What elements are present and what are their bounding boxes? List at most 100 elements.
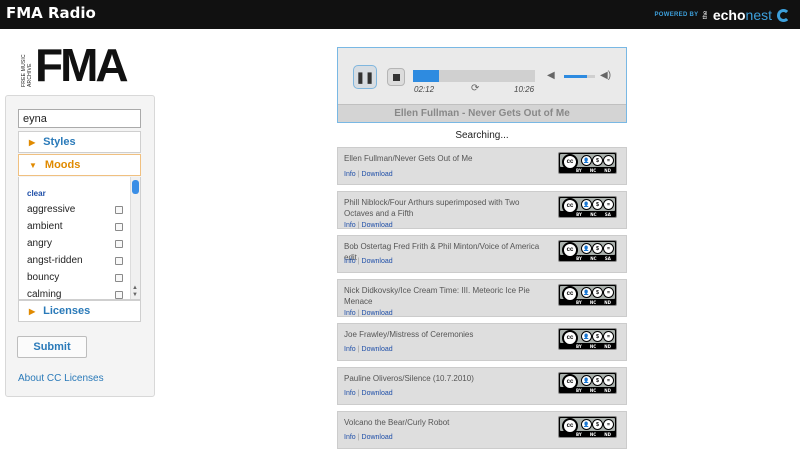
cc-license-badge[interactable]: cc 👤 $ = BY NC ND <box>558 416 617 438</box>
search-input[interactable] <box>18 109 141 128</box>
track-title: Pauline Oliveros/Silence (10.7.2010) <box>344 374 474 383</box>
license-term-icon: = <box>603 419 614 430</box>
track-download-link[interactable]: Download <box>362 222 393 229</box>
fma-logo[interactable]: FREE MUSIC ARCHIVE FMA <box>21 39 129 91</box>
track-info-link[interactable]: Info <box>344 222 356 229</box>
license-term-label: SA <box>604 255 611 261</box>
track-links: Info | Download <box>344 222 393 229</box>
license-term-icon: = <box>603 375 614 386</box>
track-row[interactable]: Bob Ostertag Fred Frith & Phil Minton/Vo… <box>337 235 627 273</box>
seek-bar[interactable] <box>413 70 535 82</box>
noncommercial-icon: $ <box>592 243 603 254</box>
track-download-link[interactable]: Download <box>362 434 393 441</box>
license-term-label: BY <box>576 343 582 349</box>
cc-license-badge[interactable]: cc 👤 $ = BY NC SA <box>558 196 617 218</box>
volume-max-icon[interactable]: ◀) <box>600 70 611 81</box>
mood-label: angry <box>27 238 53 249</box>
track-download-link[interactable]: Download <box>362 258 393 265</box>
moods-scrollbar[interactable]: ▲ ▼ <box>130 177 140 299</box>
moods-header[interactable]: ▼ Moods <box>18 154 141 176</box>
cc-icon: cc <box>562 330 578 346</box>
track-links: Info | Download <box>344 310 393 317</box>
stop-icon <box>392 73 400 81</box>
mute-icon[interactable]: ◀ <box>547 70 555 81</box>
license-term-label: NC <box>590 255 597 261</box>
powered-by-text: POWERED BY <box>654 12 699 18</box>
track-info-link[interactable]: Info <box>344 346 356 353</box>
scroll-up-icon[interactable]: ▲ <box>132 285 138 291</box>
echo-text: echo <box>712 7 746 23</box>
logo-vertical-text: FREE MUSIC ARCHIVE <box>21 54 33 87</box>
mood-item[interactable]: angst-ridden <box>27 252 123 269</box>
track-info-link[interactable]: Info <box>344 171 356 178</box>
license-term-label: NC <box>589 343 597 349</box>
mood-checkbox[interactable] <box>115 290 123 299</box>
logo-text: FMA <box>35 39 129 91</box>
licenses-header[interactable]: ▶ Licenses <box>18 300 141 322</box>
scroll-down-icon[interactable]: ▼ <box>132 292 138 298</box>
track-info-link[interactable]: Info <box>344 310 356 317</box>
track-info-link[interactable]: Info <box>344 434 356 441</box>
clear-link[interactable]: clear <box>27 189 46 198</box>
track-row[interactable]: Pauline Oliveros/Silence (10.7.2010) Info… <box>337 367 627 405</box>
license-term-label: ND <box>604 431 611 437</box>
mood-checkbox[interactable] <box>115 222 123 231</box>
attribution-icon: 👤 <box>581 243 592 254</box>
mood-checkbox[interactable] <box>115 256 123 265</box>
repeat-icon[interactable]: ⟳ <box>471 83 479 94</box>
cc-license-badge[interactable]: cc 👤 $ = BY NC SA <box>558 240 617 262</box>
mood-item[interactable]: ambient <box>27 218 123 235</box>
mood-item[interactable]: bouncy <box>27 269 123 286</box>
cc-license-badge[interactable]: cc 👤 $ = BY NC ND <box>558 284 617 306</box>
license-term-label: SA <box>604 211 611 217</box>
track-download-link[interactable]: Download <box>362 390 393 397</box>
track-links: Info | Download <box>344 258 393 265</box>
mood-item[interactable]: calming <box>27 286 123 299</box>
track-row[interactable]: Nick Didkovsky/Ice Cream Time: III. Mete… <box>337 279 627 317</box>
mood-item[interactable]: aggressive <box>27 201 123 218</box>
track-download-link[interactable]: Download <box>362 171 393 178</box>
track-row[interactable]: Volcano the Bear/Curly Robot Info | Downloa… <box>337 411 627 449</box>
track-row[interactable]: Ellen Fullman/Never Gets Out of Me Info | D… <box>337 147 627 185</box>
license-term-label: BY <box>576 255 582 261</box>
volume-slider[interactable] <box>564 75 595 78</box>
cc-icons: cc 👤 $ = <box>560 330 615 346</box>
stop-button[interactable] <box>387 68 405 86</box>
attribution-icon: 👤 <box>581 331 592 342</box>
license-term-label: NC <box>589 431 597 437</box>
track-row[interactable]: Joe Frawley/Mistress of Ceremonies Info | D… <box>337 323 627 361</box>
cc-icons: cc 👤 $ = <box>560 418 615 434</box>
mood-checkbox[interactable] <box>115 239 123 248</box>
cc-license-badge[interactable]: cc 👤 $ = BY NC ND <box>558 328 617 350</box>
total-time: 10:26 <box>514 85 535 94</box>
about-cc-licenses-link[interactable]: About CC Licenses <box>18 373 104 384</box>
track-info-link[interactable]: Info <box>344 258 356 265</box>
cc-icons: cc 👤 $ = <box>560 198 615 214</box>
mood-checkbox[interactable] <box>115 273 123 282</box>
link-separator: | <box>357 434 360 441</box>
license-term-label: ND <box>604 387 611 393</box>
attribution-icon: 👤 <box>581 155 592 166</box>
mood-item[interactable]: angry <box>27 235 123 252</box>
license-term-label: BY <box>576 167 582 173</box>
track-download-link[interactable]: Download <box>362 346 393 353</box>
scroll-thumb[interactable] <box>132 180 139 194</box>
pause-button[interactable]: ❚❚ <box>353 65 377 89</box>
pause-icon: ❚❚ <box>355 71 375 84</box>
echonest-logo[interactable]: POWERED BY the echo nest <box>654 7 790 23</box>
cc-license-badge[interactable]: cc 👤 $ = BY NC ND <box>558 152 617 174</box>
styles-header[interactable]: ▶ Styles <box>18 131 141 153</box>
link-separator: | <box>357 222 360 229</box>
license-term-label: NC <box>589 387 597 393</box>
noncommercial-icon: $ <box>592 331 603 342</box>
track-row[interactable]: Phill Niblock/Four Arthurs superimposed … <box>337 191 627 229</box>
link-separator: | <box>357 258 360 265</box>
track-info-link[interactable]: Info <box>344 390 356 397</box>
mood-checkbox[interactable] <box>115 205 123 214</box>
license-term-label: BY <box>576 387 582 393</box>
submit-button[interactable]: Submit <box>17 336 87 358</box>
track-download-link[interactable]: Download <box>362 310 393 317</box>
cc-license-badge[interactable]: cc 👤 $ = BY NC ND <box>558 372 617 394</box>
top-bar: FMA Radio POWERED BY the echo nest <box>0 0 800 29</box>
player-controls: ❚❚ 02:12 ⟳ 10:26 ◀ ◀) <box>338 48 626 104</box>
